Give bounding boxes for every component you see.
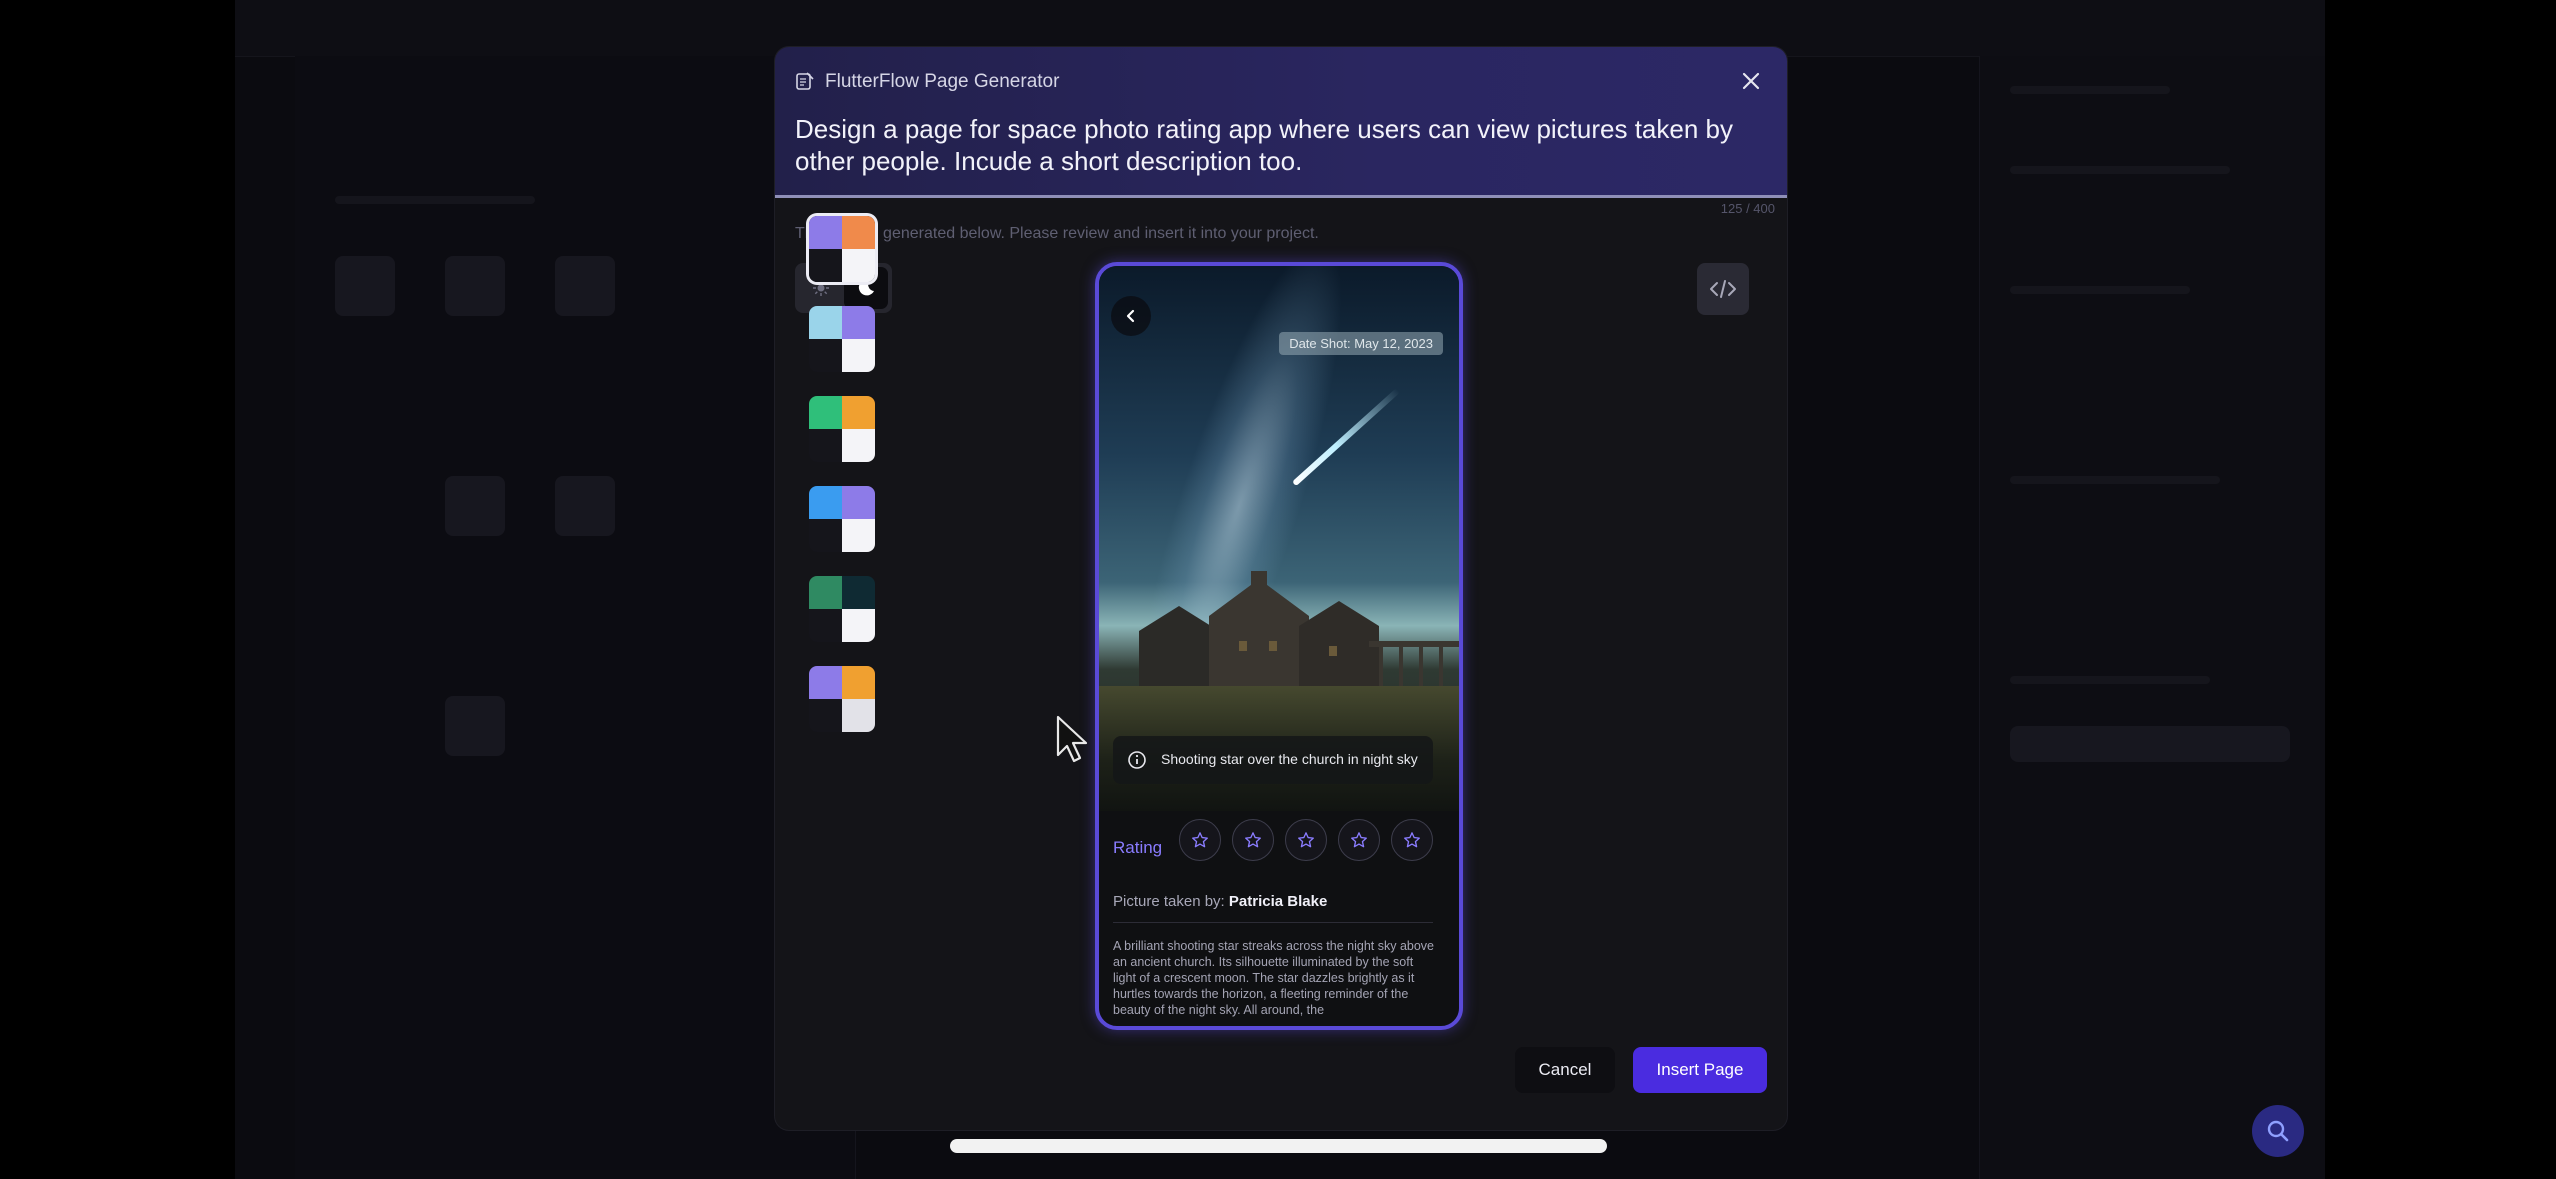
star-icon bbox=[1351, 832, 1367, 848]
palette-swatch bbox=[842, 609, 875, 642]
palette-swatch bbox=[842, 486, 875, 519]
editor-right-panel bbox=[1979, 56, 2325, 1179]
ghost-widget bbox=[2010, 726, 2290, 762]
palette-option-1[interactable] bbox=[809, 216, 875, 282]
caption-text: Shooting star over the church in night s… bbox=[1161, 751, 1418, 767]
palette-swatch bbox=[842, 666, 875, 699]
rating-star-2[interactable] bbox=[1232, 819, 1274, 861]
ghost-line bbox=[2010, 476, 2220, 484]
palette-swatch bbox=[809, 429, 842, 462]
ghost-line bbox=[2010, 166, 2230, 174]
photo-description: A brilliant shooting star streaks across… bbox=[1113, 939, 1434, 1017]
editor-left-panel bbox=[295, 56, 856, 1179]
ghost-widget bbox=[335, 256, 395, 316]
divider bbox=[1113, 922, 1433, 923]
palette-swatch bbox=[809, 609, 842, 642]
palette-swatch bbox=[842, 576, 875, 609]
photographer-name: Patricia Blake bbox=[1228, 893, 1328, 910]
palette-swatch bbox=[809, 576, 842, 609]
palette-swatch bbox=[842, 306, 875, 339]
chevron-left-icon bbox=[1126, 309, 1135, 323]
palette-swatch bbox=[842, 249, 875, 282]
palette-option-6[interactable] bbox=[809, 666, 875, 732]
palette-swatch bbox=[809, 486, 842, 519]
church-silhouette bbox=[1139, 571, 1459, 686]
home-indicator[interactable] bbox=[950, 1139, 1607, 1153]
palette-swatch bbox=[809, 216, 842, 249]
palette-swatch bbox=[809, 699, 842, 732]
palette-swatch bbox=[809, 306, 842, 339]
palette-option-3[interactable] bbox=[809, 396, 875, 462]
ghost-widget bbox=[555, 476, 615, 536]
page-generator-dialog: FlutterFlow Page Generator Design a page… bbox=[775, 47, 1787, 1130]
palette-option-5[interactable] bbox=[809, 576, 875, 642]
star-icon bbox=[1245, 832, 1261, 848]
palette-swatch bbox=[809, 339, 842, 372]
palette-swatch bbox=[809, 396, 842, 429]
palette-swatch bbox=[842, 396, 875, 429]
search-fab[interactable] bbox=[2252, 1105, 2304, 1157]
code-icon bbox=[1710, 280, 1736, 298]
palette-swatch bbox=[842, 519, 875, 552]
close-icon[interactable] bbox=[1737, 67, 1765, 95]
date-badge: Date Shot: May 12, 2023 bbox=[1279, 332, 1443, 355]
palette-option-2[interactable] bbox=[809, 306, 875, 372]
mouse-cursor-icon bbox=[1056, 715, 1088, 763]
view-code-button[interactable] bbox=[1697, 263, 1749, 315]
palette-swatch bbox=[809, 519, 842, 552]
rating-star-5[interactable] bbox=[1391, 819, 1433, 861]
cancel-button[interactable]: Cancel bbox=[1515, 1047, 1615, 1093]
ghost-widget bbox=[555, 256, 615, 316]
space-photo: Date Shot: May 12, 2023 Shooting star ov… bbox=[1099, 266, 1459, 811]
rating-star-4[interactable] bbox=[1338, 819, 1380, 861]
ghost-widget bbox=[445, 476, 505, 536]
prompt-text[interactable]: Design a page for space photo rating app… bbox=[795, 113, 1755, 177]
info-icon bbox=[1128, 751, 1146, 769]
palette-swatch bbox=[809, 249, 842, 282]
palette-swatch bbox=[842, 216, 875, 249]
back-button[interactable] bbox=[1111, 296, 1151, 336]
palette-swatch bbox=[842, 429, 875, 462]
ghost-widget bbox=[445, 696, 505, 756]
palette-swatch bbox=[842, 699, 875, 732]
ghost-line bbox=[335, 196, 535, 204]
page-preview: Date Shot: May 12, 2023 Shooting star ov… bbox=[1095, 262, 1463, 1030]
ghost-line bbox=[2010, 86, 2170, 94]
page-generator-icon bbox=[796, 72, 814, 90]
photographer-credit: Picture taken by: Patricia Blake bbox=[1113, 893, 1327, 910]
character-counter: 125 / 400 bbox=[1720, 201, 1775, 216]
palette-option-4[interactable] bbox=[809, 486, 875, 552]
dialog-title: FlutterFlow Page Generator bbox=[825, 71, 1060, 92]
star-icon bbox=[1404, 832, 1420, 848]
taken-by-label: Picture taken by: bbox=[1113, 893, 1225, 910]
insert-page-button[interactable]: Insert Page bbox=[1633, 1047, 1767, 1093]
search-icon bbox=[2267, 1120, 2289, 1142]
rating-star-3[interactable] bbox=[1285, 819, 1327, 861]
dialog-header: FlutterFlow Page Generator Design a page… bbox=[775, 47, 1787, 198]
photo-caption: Shooting star over the church in night s… bbox=[1113, 736, 1433, 784]
palette-swatch bbox=[809, 666, 842, 699]
ghost-line bbox=[2010, 676, 2210, 684]
star-icon bbox=[1192, 832, 1208, 848]
ghost-widget bbox=[445, 256, 505, 316]
rating-star-1[interactable] bbox=[1179, 819, 1221, 861]
star-icon bbox=[1298, 832, 1314, 848]
palette-swatch bbox=[842, 339, 875, 372]
rating-label: Rating bbox=[1113, 838, 1163, 857]
ghost-line bbox=[2010, 286, 2190, 294]
